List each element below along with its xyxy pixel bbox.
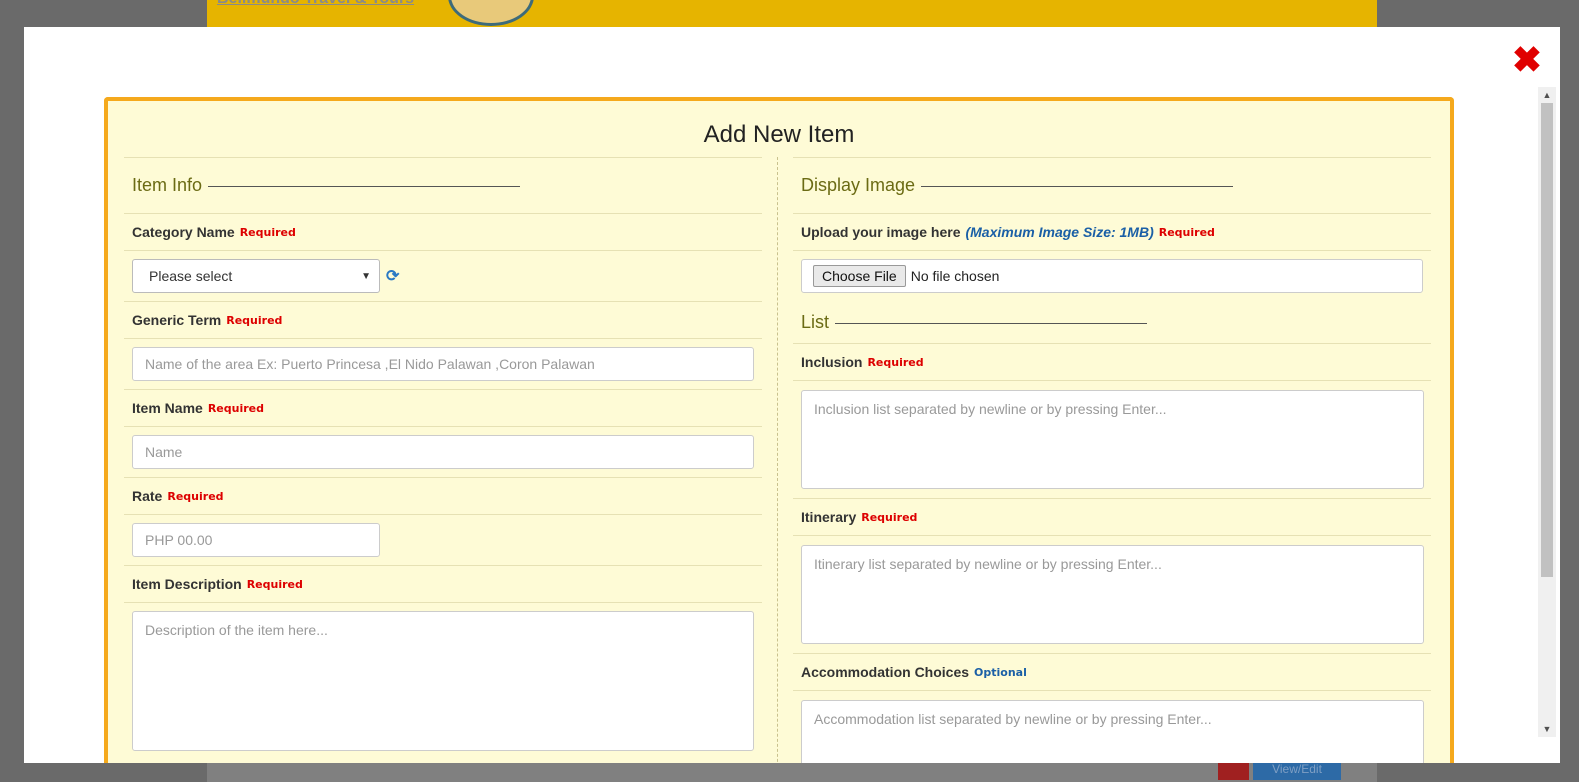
inclusion-field-row: Inclusion list separated by newline or b… xyxy=(793,380,1431,498)
inclusion-label: Inclusion Required xyxy=(793,343,1431,380)
required-badge: Required xyxy=(226,313,283,327)
display-image-heading-text: Display Image xyxy=(801,175,916,195)
image-and-list-column: Display Image Upload your image here (Ma… xyxy=(793,157,1431,763)
file-input: Choose File No file chosen xyxy=(801,259,1423,293)
description-label: Item Description Required xyxy=(124,565,762,602)
required-badge: Required xyxy=(207,401,264,415)
refresh-icon[interactable]: ⟳ xyxy=(386,266,399,286)
accommodation-textarea[interactable]: Accommodation list separated by newline … xyxy=(801,700,1424,763)
modal-scrollbar[interactable]: ▲ ▼ xyxy=(1538,87,1556,737)
item-name-label-text: Item Name xyxy=(132,400,203,416)
itinerary-field-row: Itinerary list separated by newline or b… xyxy=(793,535,1431,653)
category-label-text: Category Name xyxy=(132,224,235,240)
add-item-form: Add New Item Item Info Category Name Req… xyxy=(104,97,1454,763)
generic-term-label-text: Generic Term xyxy=(132,312,222,328)
chevron-down-icon: ▼ xyxy=(361,270,371,282)
required-badge: Required xyxy=(246,577,303,591)
list-heading-text: List xyxy=(801,311,830,332)
required-badge: Required xyxy=(167,489,224,503)
choose-file-button[interactable]: Choose File xyxy=(813,265,906,287)
generic-term-field-row: Name of the area Ex: Puerto Princesa ,El… xyxy=(124,338,762,389)
background-header-link: Bellmundo Travel & Tours xyxy=(217,0,414,8)
required-badge: Required xyxy=(239,225,296,239)
category-select[interactable]: Please select ▼ xyxy=(132,259,380,293)
close-x-icon[interactable]: ✖ xyxy=(1510,42,1544,78)
description-label-text: Item Description xyxy=(132,576,242,592)
required-badge: Required xyxy=(867,355,924,369)
upload-label-text: Upload your image here xyxy=(801,224,961,240)
description-textarea[interactable]: Description of the item here... xyxy=(132,611,754,751)
generic-term-input[interactable]: Name of the area Ex: Puerto Princesa ,El… xyxy=(132,347,754,381)
item-name-label: Item Name Required xyxy=(124,389,762,426)
heading-rule xyxy=(835,322,1148,324)
accommodation-label: Accommodation Choices Optional xyxy=(793,653,1431,690)
column-divider xyxy=(777,157,778,763)
accommodation-label-text: Accommodation Choices xyxy=(801,664,970,680)
inclusion-label-text: Inclusion xyxy=(801,354,863,370)
add-item-modal: ✖ ▲ ▼ Add New Item Item Info Category Na… xyxy=(24,27,1560,763)
inclusion-textarea[interactable]: Inclusion list separated by newline or b… xyxy=(801,390,1424,489)
itinerary-label: Itinerary Required xyxy=(793,498,1431,535)
item-name-field-row: Name xyxy=(124,426,762,477)
item-info-heading-text: Item Info xyxy=(132,175,203,195)
heading-rule xyxy=(208,186,521,187)
file-status: No file chosen xyxy=(910,268,1000,284)
rate-label-text: Rate xyxy=(132,488,163,504)
optional-badge: Optional xyxy=(974,665,1027,679)
item-name-input[interactable]: Name xyxy=(132,435,754,469)
itinerary-textarea[interactable]: Itinerary list separated by newline or b… xyxy=(801,545,1424,644)
category-select-value: Please select xyxy=(149,268,233,284)
heading-rule xyxy=(921,186,1234,187)
category-field-row: Please select ▼ ⟳ xyxy=(124,250,762,301)
item-info-column: Item Info Category Name Required Please … xyxy=(124,157,762,751)
itinerary-label-text: Itinerary xyxy=(801,509,857,525)
generic-term-label: Generic Term Required xyxy=(124,301,762,338)
form-title: Add New Item xyxy=(703,121,855,148)
rate-input[interactable]: PHP 00.00 xyxy=(132,523,380,557)
required-badge: Required xyxy=(861,510,918,524)
rate-label: Rate Required xyxy=(124,477,762,514)
upload-label: Upload your image here (Maximum Image Si… xyxy=(793,213,1431,250)
upload-field-row: Choose File No file chosen xyxy=(793,250,1431,301)
list-heading: List xyxy=(793,301,1431,343)
scroll-thumb[interactable] xyxy=(1541,103,1553,577)
item-info-heading: Item Info xyxy=(124,157,762,213)
required-badge: Required xyxy=(1158,225,1215,239)
category-label: Category Name Required xyxy=(124,213,762,250)
scroll-up-icon[interactable]: ▲ xyxy=(1538,87,1556,103)
description-field-row: Description of the item here... xyxy=(124,602,762,751)
upload-size-hint: (Maximum Image Size: 1MB) xyxy=(965,224,1154,240)
accommodation-field-row: Accommodation list separated by newline … xyxy=(793,690,1431,763)
scroll-down-icon[interactable]: ▼ xyxy=(1538,721,1556,737)
rate-field-row: PHP 00.00 xyxy=(124,514,762,565)
display-image-heading: Display Image xyxy=(793,157,1431,213)
